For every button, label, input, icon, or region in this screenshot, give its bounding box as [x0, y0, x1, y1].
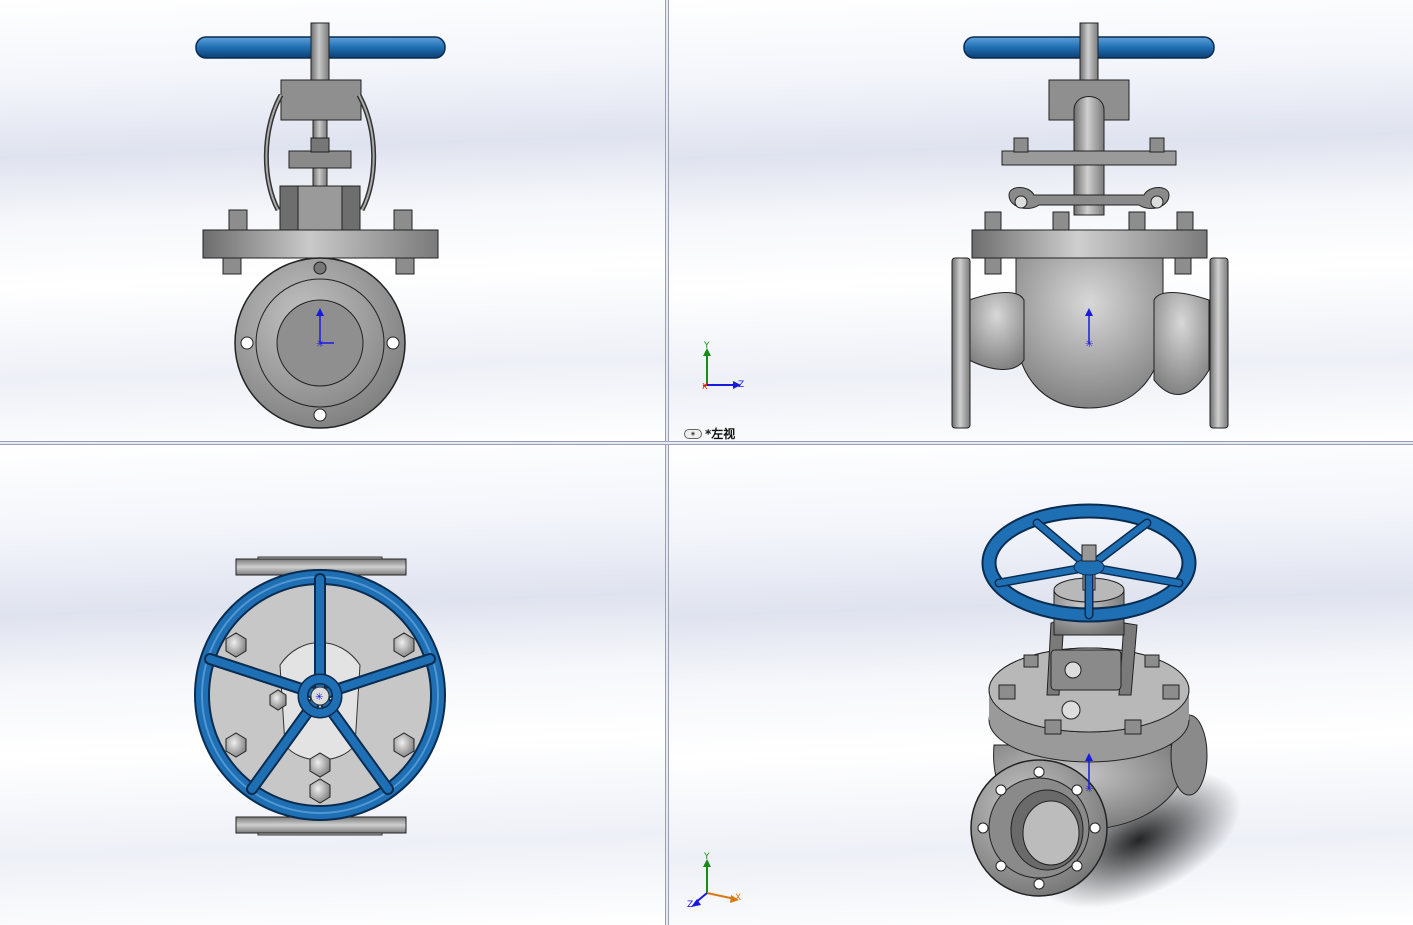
viewport-front[interactable]: ✳ [0, 0, 665, 441]
viewport-left[interactable]: ✳ Y Z X ◉ *左视 [669, 0, 1413, 441]
view-label-text: *左视 [705, 427, 736, 441]
valve-top-model[interactable]: ✳ [0, 445, 665, 925]
bonnet-flange [971, 229, 1208, 259]
triad-z-label: Z [738, 380, 744, 390]
valve-iso-model[interactable]: ✳ Y X Z [669, 445, 1413, 925]
valve-left-model[interactable]: ✳ Y Z X [669, 0, 1413, 441]
svg-text:✳: ✳ [1085, 339, 1093, 350]
bonnet-flange [202, 229, 439, 259]
triad-x-label: X [735, 893, 741, 903]
axis-triad-left [702, 348, 741, 389]
triad-y-label: Y [703, 852, 710, 862]
bonnet-block [280, 79, 362, 121]
flange-left [951, 257, 971, 429]
view-orientation-label: ◉ *左视 [684, 425, 735, 441]
triad-z-label: Z [687, 900, 693, 910]
valve-front-model[interactable]: ✳ [0, 0, 665, 441]
viewport-top[interactable]: ✳ [0, 445, 665, 925]
splitter-vertical[interactable] [665, 0, 669, 925]
svg-text:✳: ✳ [1085, 784, 1093, 795]
splitter-horizontal[interactable] [0, 441, 1413, 445]
triad-x-label: X [702, 382, 708, 391]
viewport-isometric[interactable]: ✳ Y X Z [669, 445, 1413, 925]
viewport-grid: ✳ ✳ Y Z X ◉ *左视 ✳ ✳ Y X Z [0, 0, 1413, 925]
svg-text:✳: ✳ [316, 339, 324, 350]
valve-stem [310, 22, 330, 84]
flange-right [1209, 257, 1229, 429]
camera-icon[interactable]: ◉ [684, 428, 702, 439]
svg-text:✳: ✳ [315, 692, 323, 703]
triad-y-label: Y [703, 341, 710, 351]
axis-triad-iso [691, 859, 739, 907]
